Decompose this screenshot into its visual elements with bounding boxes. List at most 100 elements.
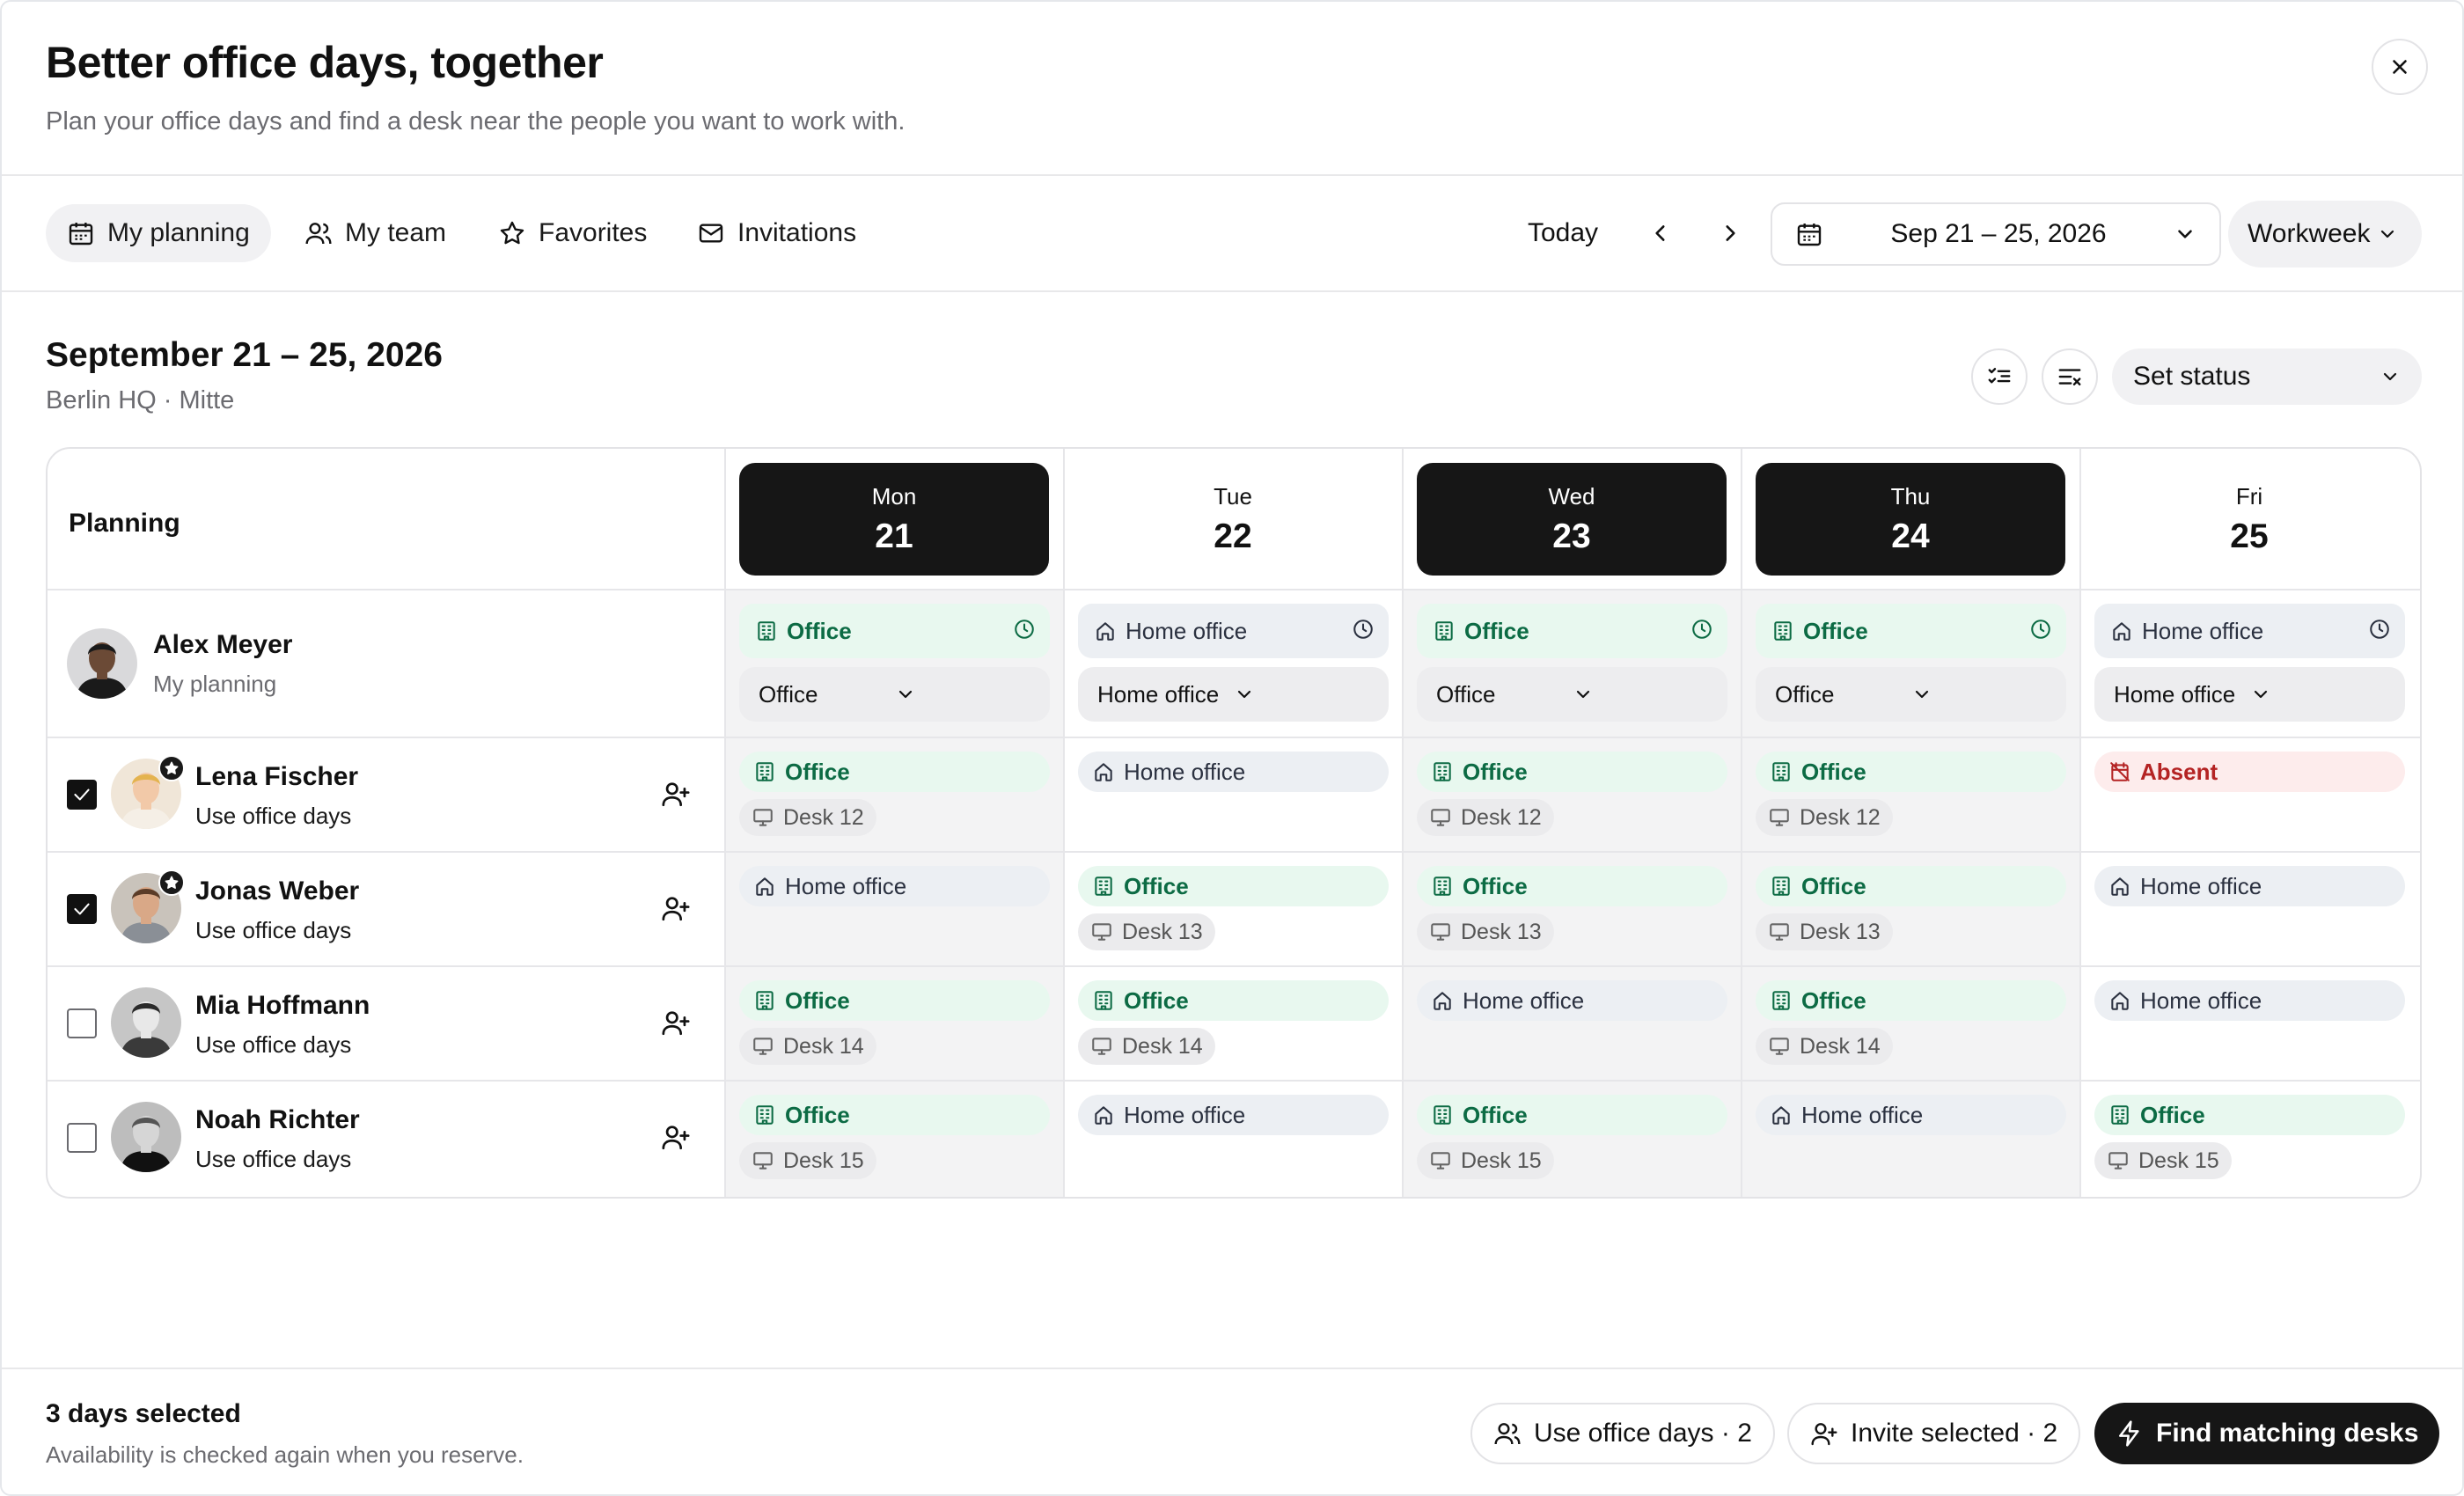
tab-favorites[interactable]: Favorites [477,204,668,262]
calendar-icon [69,223,93,246]
invite-selected-label: Invite selected · 2 [1851,1419,2058,1448]
day-of-week: Wed [1548,482,1595,510]
day-number: 22 [1214,517,1252,555]
user-plus-icon [661,893,691,923]
status-dropdown[interactable]: Office [739,667,1050,722]
users-icon [305,223,332,245]
desk-label: Desk 13 [1800,919,1881,944]
day-header-wed[interactable]: Wed 23 [1417,463,1727,576]
person-subtitle: My planning [153,671,277,697]
availability-note: Availability is checked again when you r… [46,1441,524,1468]
avatar [111,1102,181,1172]
status-pill-home: Home office [1417,980,1727,1021]
avatar [111,987,181,1058]
row-checkbox[interactable] [67,780,97,810]
next-week-button[interactable] [1708,211,1752,255]
status-label: Absent [2140,758,2218,785]
row-checkbox[interactable] [67,1008,97,1038]
chevron-down-icon [1573,684,1709,705]
status-pill-office: Office [739,604,1050,658]
desk-label: Desk 15 [1461,1148,1542,1173]
monitor-icon [752,1149,774,1172]
desk-label: Desk 13 [1122,919,1203,944]
building-icon [1770,875,1793,898]
desk-tag: Desk 15 [1417,1142,1554,1179]
desk-tag: Desk 14 [1756,1028,1893,1065]
day-number: 24 [1891,517,1930,555]
row-checkbox[interactable] [67,1123,97,1153]
status-dropdown-value: Office [1436,680,1496,708]
avatar [67,628,137,699]
status-dropdown[interactable]: Home office [1078,667,1389,722]
building-icon [753,989,776,1012]
row-checkbox[interactable] [67,894,97,924]
desk-label: Desk 14 [1122,1033,1203,1059]
status-label: Office [1803,617,1868,644]
today-button[interactable]: Today [1528,204,1598,262]
clear-selection-button[interactable] [2042,348,2098,405]
user-plus-icon [661,779,691,809]
status-pill-home: Home office [1078,604,1389,658]
invite-person-button[interactable] [656,1118,695,1156]
tab-my-planning[interactable]: My planning [46,204,271,262]
desk-label: Desk 12 [1461,804,1542,830]
status-dropdown-value: Home office [1097,680,1220,708]
status-pill-office: Office [1417,1095,1727,1135]
date-range-picker[interactable]: Sep 21 – 25, 2026 [1771,202,2221,266]
set-status-select[interactable]: Set status [2112,348,2422,405]
monitor-icon [1429,806,1452,829]
status-dropdown[interactable]: Home office [2094,667,2405,722]
find-matching-desks-button[interactable]: Find matching desks [2094,1403,2440,1464]
close-button[interactable] [2372,39,2428,95]
tab-invitations[interactable]: Invitations [676,204,877,262]
day-header-mon[interactable]: Mon 21 [739,463,1049,576]
status-label: Home office [2140,872,2262,899]
building-icon [1771,620,1794,642]
status-pill-office: Office [739,752,1050,792]
status-label: Office [785,758,850,785]
building-icon [1433,620,1456,642]
status-pill-office: Office [739,1095,1050,1135]
chevron-right-icon [1726,225,1735,241]
column-divider [1063,449,1065,1197]
find-matching-desks-label: Find matching desks [2156,1419,2419,1448]
status-label: Office [1124,986,1189,1014]
status-label: Home office [1124,758,1246,785]
status-label: Home office [785,872,907,899]
status-dropdown[interactable]: Office [1756,667,2066,722]
building-icon [1431,760,1454,783]
lightning-icon [2119,1420,2139,1447]
status-dropdown-value: Home office [2114,680,2236,708]
home-icon [2110,620,2133,642]
view-select[interactable]: Workweek [2228,201,2422,268]
desk-tag: Desk 15 [739,1142,876,1179]
invite-person-button[interactable] [656,774,695,813]
use-office-days-button[interactable]: Use office days · 2 [1470,1403,1775,1464]
calendar-off-icon [2108,760,2131,783]
status-dropdown[interactable]: Office [1417,667,1727,722]
tab-my-team[interactable]: My team [283,204,467,262]
status-label: Office [2140,1101,2205,1128]
monitor-icon [752,1035,774,1058]
home-icon [1431,989,1454,1012]
status-pill-absent: Absent [2094,752,2405,792]
prev-week-button[interactable] [1639,211,1683,255]
day-header-fri[interactable]: Fri 25 [2094,463,2404,576]
column-divider [1402,449,1404,1197]
invite-person-button[interactable] [656,889,695,928]
status-label: Home office [1801,1101,1924,1128]
invite-person-button[interactable] [656,1003,695,1042]
day-header-thu[interactable]: Thu 24 [1756,463,2065,576]
day-header-tue[interactable]: Tue 22 [1078,463,1388,576]
building-icon [1092,875,1115,898]
home-icon [1770,1104,1793,1126]
building-icon [753,760,776,783]
desk-tag: Desk 13 [1756,913,1893,950]
monitor-icon [752,806,774,829]
user-plus-icon [661,1122,691,1152]
close-icon [2393,60,2407,74]
select-all-button[interactable] [1971,348,2028,405]
person-subtitle: Use office days [195,803,352,829]
planning-dialog: Better office days, together Plan your o… [0,0,2464,1496]
invite-selected-button[interactable]: Invite selected · 2 [1787,1403,2081,1464]
